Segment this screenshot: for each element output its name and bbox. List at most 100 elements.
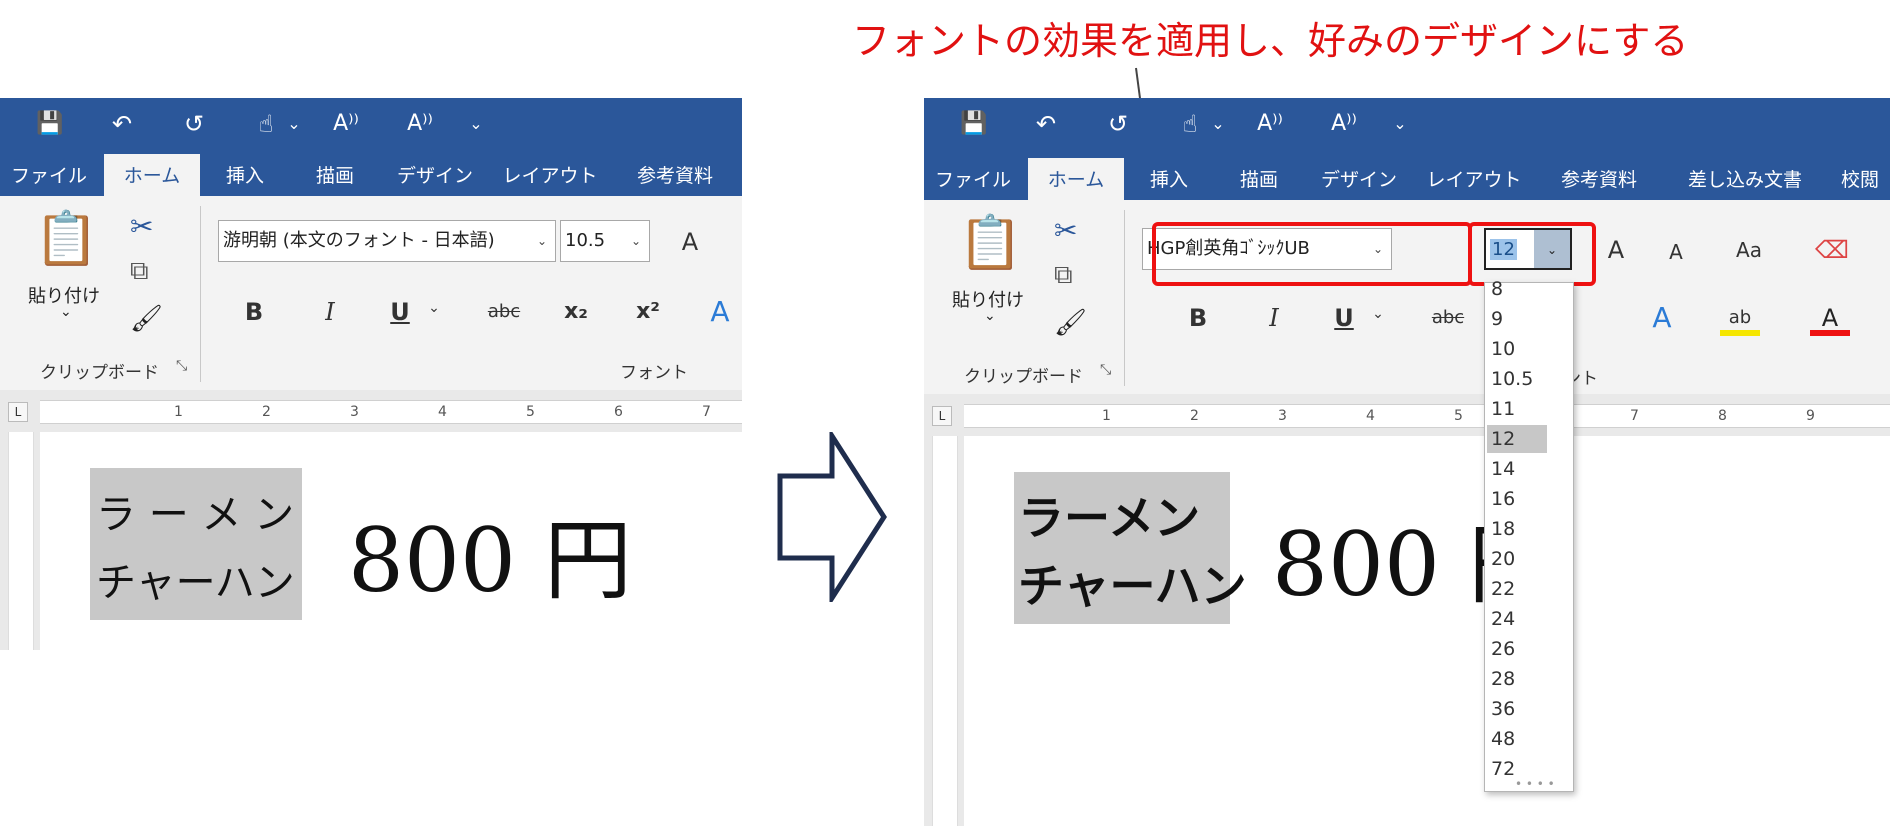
size-option[interactable]: 72: [1491, 755, 1515, 783]
size-option[interactable]: 36: [1491, 695, 1515, 723]
undo-icon[interactable]: ↶: [1026, 106, 1066, 142]
read-aloud-icon-2[interactable]: A⁾⁾: [1324, 106, 1364, 142]
tab-design[interactable]: デザイン: [1314, 158, 1404, 200]
shrink-font-icon[interactable]: A: [1656, 232, 1696, 272]
font-size-combo[interactable]: 10.5 ⌄: [560, 220, 650, 262]
bold-button[interactable]: B: [234, 292, 274, 332]
size-option[interactable]: 20: [1491, 545, 1515, 573]
tab-selector-icon[interactable]: L: [8, 402, 28, 422]
grow-font-icon[interactable]: A: [1596, 230, 1636, 270]
tab-draw[interactable]: 描画: [1224, 158, 1294, 200]
doc-line-ramen[interactable]: ラーメン: [1018, 482, 1200, 548]
doc-line-ramen[interactable]: ラ ー メ ン: [96, 482, 294, 540]
tab-design[interactable]: デザイン: [390, 154, 480, 196]
size-option[interactable]: 26: [1491, 635, 1515, 663]
chevron-down-icon[interactable]: ⌄: [537, 221, 547, 261]
resize-grip-icon[interactable]: • • • •: [1515, 777, 1555, 791]
clipboard-launcher-icon[interactable]: ⤡: [176, 358, 187, 374]
size-option[interactable]: 16: [1491, 485, 1515, 513]
size-option[interactable]: 10.5: [1491, 365, 1533, 393]
copy-icon[interactable]: ⧉: [1054, 260, 1073, 291]
paste-icon[interactable]: 📋: [958, 212, 1023, 273]
superscript-button[interactable]: x²: [628, 292, 668, 332]
price-text[interactable]: 800 円: [348, 490, 632, 617]
size-option[interactable]: 10: [1491, 335, 1515, 363]
chevron-down-icon[interactable]: ⌄: [1368, 294, 1388, 334]
highlight-color-icon[interactable]: ab: [1720, 298, 1760, 336]
tab-references[interactable]: 参考資料: [1544, 158, 1654, 200]
tab-home[interactable]: ホーム: [104, 154, 200, 196]
chevron-down-icon[interactable]: ⌄: [60, 304, 72, 320]
undo-icon[interactable]: ↶: [102, 106, 142, 142]
size-option[interactable]: 8: [1491, 275, 1503, 303]
underline-button[interactable]: U: [1324, 298, 1364, 338]
grow-font-icon[interactable]: A: [670, 222, 710, 262]
text-effects-icon[interactable]: A: [1642, 298, 1682, 338]
change-case-icon[interactable]: Aa: [1724, 230, 1774, 270]
size-option[interactable]: 22: [1491, 575, 1515, 603]
tab-review[interactable]: 校閲: [1830, 158, 1890, 200]
chevron-down-icon[interactable]: ⌄: [984, 308, 996, 324]
vertical-ruler[interactable]: [8, 432, 34, 650]
cut-icon[interactable]: ✂: [1054, 214, 1077, 247]
paste-icon[interactable]: 📋: [34, 208, 99, 269]
tab-home[interactable]: ホーム: [1028, 158, 1124, 200]
size-option-selected[interactable]: 12: [1487, 425, 1547, 453]
tab-mailings[interactable]: 差し込み文書: [1680, 158, 1810, 200]
clipboard-launcher-icon[interactable]: ⤡: [1100, 362, 1111, 378]
text-effects-icon[interactable]: A: [700, 292, 740, 332]
font-name-combo[interactable]: 游明朝 (本文のフォント - 日本語) ⌄: [218, 220, 556, 262]
save-icon[interactable]: 💾: [954, 106, 994, 142]
strikethrough-button[interactable]: abc: [1420, 298, 1476, 338]
chevron-down-icon[interactable]: ⌄: [424, 288, 444, 328]
format-painter-icon[interactable]: 🖌: [130, 304, 163, 334]
format-painter-icon[interactable]: 🖌: [1054, 308, 1087, 338]
size-option[interactable]: 28: [1491, 665, 1515, 693]
doc-line-chahan[interactable]: チャーハン: [1018, 550, 1247, 616]
size-option[interactable]: 24: [1491, 605, 1515, 633]
customize-qat-icon[interactable]: ⌄: [1390, 106, 1410, 142]
italic-button[interactable]: I: [1254, 298, 1294, 338]
vertical-ruler[interactable]: [932, 436, 958, 826]
strikethrough-button[interactable]: abc: [476, 292, 532, 332]
touch-mode-icon[interactable]: ☝: [246, 106, 286, 142]
doc-line-chahan[interactable]: チャーハン: [96, 550, 295, 608]
tab-layout[interactable]: レイアウト: [1424, 158, 1524, 200]
size-option[interactable]: 48: [1491, 725, 1515, 753]
clear-formatting-icon[interactable]: ⌫: [1812, 230, 1852, 270]
cut-icon[interactable]: ✂: [130, 210, 153, 243]
size-option[interactable]: 18: [1491, 515, 1515, 543]
chevron-down-icon[interactable]: ⌄: [1208, 106, 1228, 142]
tab-file[interactable]: ファイル: [8, 154, 90, 196]
tab-selector-icon[interactable]: L: [932, 406, 952, 426]
bold-button[interactable]: B: [1178, 298, 1218, 338]
tab-layout[interactable]: レイアウト: [500, 154, 600, 196]
size-option[interactable]: 14: [1491, 455, 1515, 483]
read-aloud-icon-2[interactable]: A⁾⁾: [400, 106, 440, 142]
chevron-down-icon[interactable]: ⌄: [284, 106, 304, 142]
read-aloud-icon[interactable]: A⁾⁾: [1250, 106, 1290, 142]
horizontal-ruler[interactable]: L 1 2 3 4 5 6 7: [0, 390, 742, 432]
size-option[interactable]: 9: [1491, 305, 1503, 333]
font-size-value: 10.5: [565, 230, 606, 251]
font-size-dropdown[interactable]: 8 9 10 10.5 11 12 14 16 18 20 22 24 26 2…: [1484, 278, 1574, 792]
horizontal-ruler[interactable]: L 1 2 3 4 5 7 8 9: [924, 394, 1890, 436]
subscript-button[interactable]: x₂: [556, 292, 596, 332]
tab-references[interactable]: 参考資料: [620, 154, 730, 196]
chevron-down-icon[interactable]: ⌄: [631, 221, 641, 261]
tab-insert[interactable]: 挿入: [210, 154, 280, 196]
touch-mode-icon[interactable]: ☝: [1170, 106, 1210, 142]
size-option[interactable]: 11: [1491, 395, 1515, 423]
tab-draw[interactable]: 描画: [300, 154, 370, 196]
tab-insert[interactable]: 挿入: [1134, 158, 1204, 200]
read-aloud-icon[interactable]: A⁾⁾: [326, 106, 366, 142]
underline-button[interactable]: U: [380, 292, 420, 332]
redo-icon[interactable]: ↺: [174, 106, 214, 142]
customize-qat-icon[interactable]: ⌄: [466, 106, 486, 142]
copy-icon[interactable]: ⧉: [130, 256, 149, 287]
font-color-icon[interactable]: A: [1810, 298, 1850, 336]
save-icon[interactable]: 💾: [30, 106, 70, 142]
italic-button[interactable]: I: [310, 292, 350, 332]
redo-icon[interactable]: ↺: [1098, 106, 1138, 142]
tab-file[interactable]: ファイル: [932, 158, 1014, 200]
